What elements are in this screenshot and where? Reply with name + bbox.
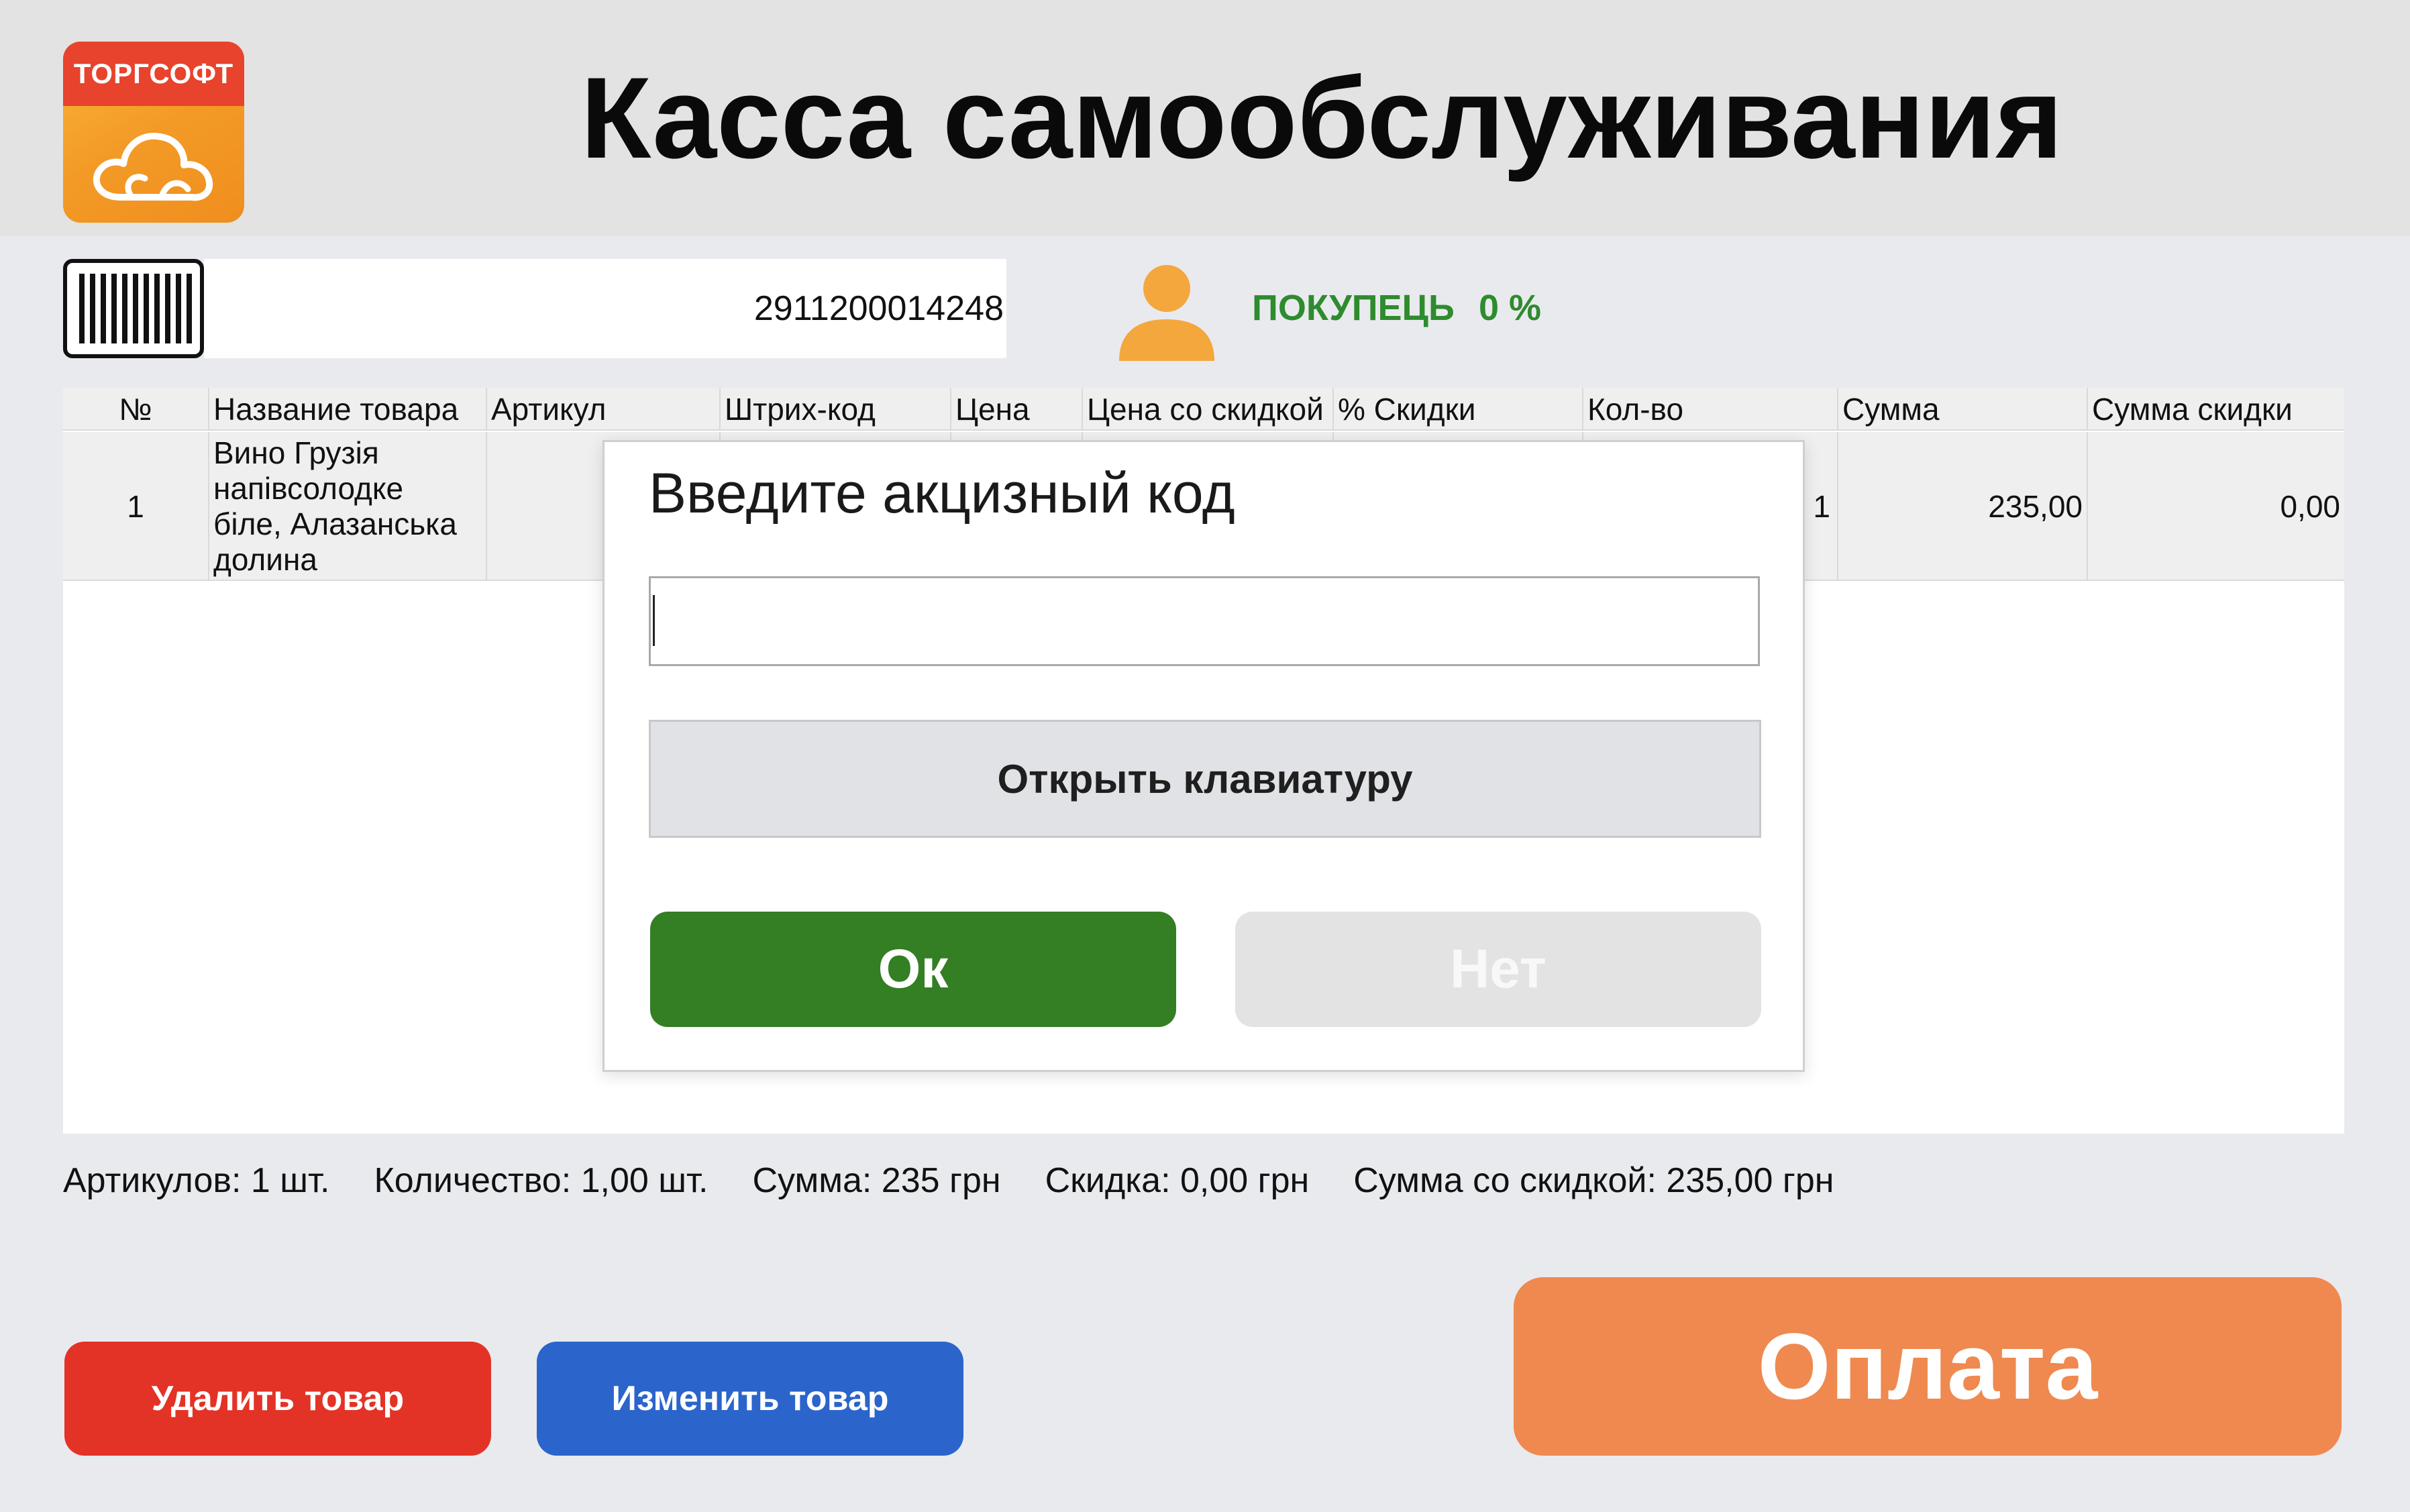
pay-button[interactable]: Оплата (1514, 1277, 2342, 1456)
cell-name-line: напівсолодке (213, 471, 404, 506)
cell-name-line: біле, Алазанська (213, 506, 457, 541)
page-title: Касса самообслуживания (580, 54, 2063, 182)
person-icon (1119, 265, 1214, 361)
total-sum-discounted: Сумма со скидкой: 235,00 грн (1353, 1161, 1834, 1200)
dialog-title: Введите акцизный код (649, 462, 1235, 525)
ok-button[interactable]: Ок (650, 912, 1176, 1027)
cell-sum-discount: 0,00 (2280, 489, 2340, 524)
torgsoft-logo: ТОРГСОФТ (63, 42, 244, 223)
col-num: № (63, 388, 209, 431)
no-button[interactable]: Нет (1235, 912, 1761, 1027)
header: ТОРГСОФТ Касса самообслуживания (0, 0, 2410, 236)
barcode-icon (63, 259, 204, 358)
text-caret (653, 595, 655, 646)
logo-text: ТОРГСОФТ (63, 42, 244, 106)
cell-name: Вино Грузія напівсолодке біле, Алазанськ… (209, 432, 487, 581)
col-article: Артикул (487, 388, 721, 431)
col-sum-discount: Сумма скидки (2092, 392, 2293, 427)
cloud-icon (93, 132, 213, 201)
total-discount: Скидка: 0,00 грн (1045, 1161, 1310, 1200)
cell-name-line: долина (213, 542, 317, 577)
cell-num: 1 (63, 432, 209, 581)
barcode-value: 2911200014248 (753, 289, 1004, 328)
col-name: Название товара (209, 388, 487, 431)
col-price-discount: Цена со скидкой (1083, 388, 1334, 431)
excise-code-dialog: Введите акцизный код Открыть клавиатуру … (602, 440, 1805, 1072)
customer-discount: 0 % (1479, 288, 1542, 328)
col-sum: Сумма (1838, 388, 2088, 431)
totals-summary: Артикулов: 1 шт. Количество: 1,00 шт. Су… (63, 1160, 1834, 1207)
total-quantity: Количество: 1,00 шт. (374, 1161, 709, 1200)
total-articles: Артикулов: 1 шт. (63, 1161, 330, 1200)
col-barcode: Штрих-код (721, 388, 951, 431)
barcode-input[interactable]: 2911200014248 (204, 259, 1006, 358)
cell-name-line: Вино Грузія (213, 435, 379, 470)
col-price: Цена (951, 388, 1083, 431)
total-sum: Сумма: 235 грн (752, 1161, 1001, 1200)
customer-label[interactable]: ПОКУПЕЦЬ (1252, 287, 1455, 334)
excise-code-input[interactable] (649, 576, 1760, 666)
edit-item-button[interactable]: Изменить товар (537, 1342, 963, 1456)
col-qty: Кол-во (1583, 388, 1838, 431)
delete-item-button[interactable]: Удалить товар (64, 1342, 491, 1456)
open-keyboard-button[interactable]: Открыть клавиатуру (649, 720, 1761, 838)
self-checkout-screen: ТОРГСОФТ Касса самообслуживания 29112000… (0, 0, 2410, 1512)
col-discount-pct: % Скидки (1334, 388, 1583, 431)
table-header: № Название товара Артикул Штрих-код Цена… (63, 388, 2344, 431)
cell-sum: 235,00 (1838, 432, 2088, 581)
